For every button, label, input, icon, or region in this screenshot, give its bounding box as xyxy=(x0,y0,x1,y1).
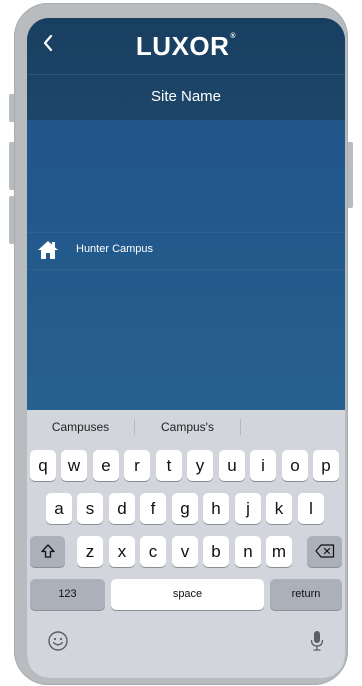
key-d[interactable]: d xyxy=(109,493,135,524)
key-b[interactable]: b xyxy=(203,536,229,567)
app-header: LUXOR® Site Name xyxy=(27,18,345,120)
key-m[interactable]: m xyxy=(266,536,292,567)
key-f[interactable]: f xyxy=(140,493,166,524)
shift-icon xyxy=(40,544,55,558)
key-h[interactable]: h xyxy=(203,493,229,524)
numbers-key[interactable]: 123 xyxy=(30,579,105,610)
dictation-button[interactable] xyxy=(309,630,329,654)
app-screen: LUXOR® Site Name Hunter Campus Campuses … xyxy=(27,18,345,678)
delete-icon xyxy=(314,544,334,558)
key-k[interactable]: k xyxy=(266,493,292,524)
suggestion-1[interactable]: Campuses xyxy=(27,410,134,444)
key-w[interactable]: w xyxy=(61,450,87,481)
return-key[interactable]: return xyxy=(270,579,342,610)
key-c[interactable]: c xyxy=(140,536,166,567)
page-title: Site Name xyxy=(150,88,222,105)
key-l[interactable]: l xyxy=(298,493,324,524)
key-y[interactable]: y xyxy=(187,450,213,481)
space-key[interactable]: space xyxy=(111,579,264,610)
site-list: Hunter Campus xyxy=(27,120,345,410)
key-j[interactable]: j xyxy=(235,493,261,524)
emoji-icon xyxy=(48,631,68,651)
key-i[interactable]: i xyxy=(250,450,276,481)
header-divider xyxy=(27,74,345,75)
key-e[interactable]: e xyxy=(93,450,119,481)
suggestion-3[interactable] xyxy=(241,410,345,444)
on-screen-keyboard: Campuses Campus's q w e r t y u i o p a … xyxy=(27,410,345,678)
luxor-logo: LUXOR® xyxy=(27,31,345,62)
key-q[interactable]: q xyxy=(30,450,56,481)
site-list-item[interactable]: Hunter Campus xyxy=(27,232,345,270)
key-v[interactable]: v xyxy=(172,536,198,567)
microphone-icon xyxy=(310,631,324,651)
key-r[interactable]: r xyxy=(124,450,150,481)
key-n[interactable]: n xyxy=(235,536,261,567)
key-t[interactable]: t xyxy=(156,450,182,481)
key-z[interactable]: z xyxy=(77,536,103,567)
shift-key[interactable] xyxy=(30,536,65,567)
delete-key[interactable] xyxy=(307,536,342,567)
key-p[interactable]: p xyxy=(313,450,339,481)
site-name-label: Hunter Campus xyxy=(76,243,154,255)
key-g[interactable]: g xyxy=(172,493,198,524)
key-x[interactable]: x xyxy=(109,536,135,567)
home-icon xyxy=(38,241,58,259)
logo-registered-mark: ® xyxy=(230,33,237,40)
suggestion-2[interactable]: Campus's xyxy=(135,410,240,444)
emoji-button[interactable] xyxy=(47,630,71,654)
key-u[interactable]: u xyxy=(219,450,245,481)
key-a[interactable]: a xyxy=(46,493,72,524)
key-o[interactable]: o xyxy=(282,450,308,481)
logo-text: LUXOR xyxy=(135,31,230,61)
key-s[interactable]: s xyxy=(77,493,103,524)
